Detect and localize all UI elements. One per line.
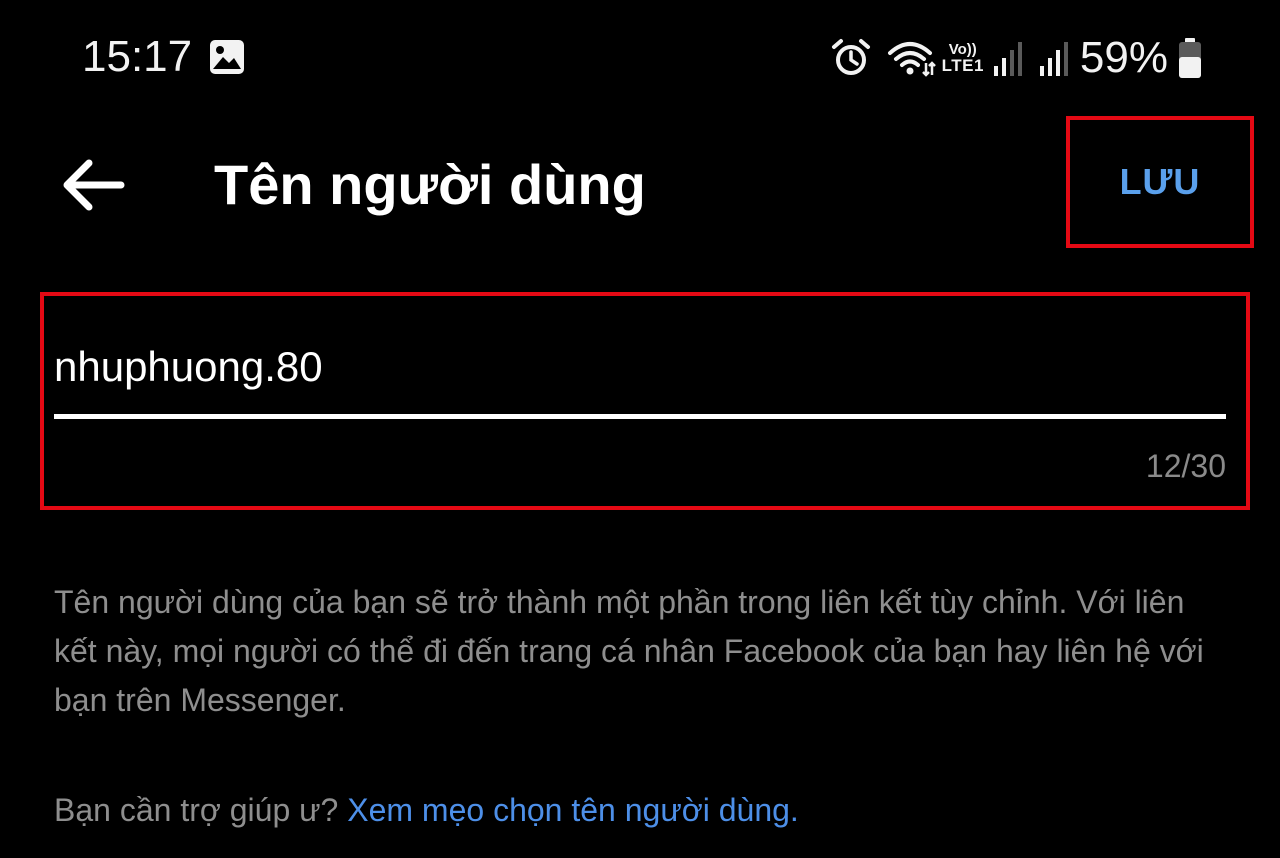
signal-icon	[1039, 42, 1068, 76]
volte-bottom: LTE1	[941, 56, 984, 75]
back-button[interactable]	[58, 150, 128, 220]
battery-icon	[1179, 38, 1201, 78]
tip-prefix: Bạn cần trợ giúp ư?	[54, 792, 339, 828]
status-icons: Vo)) LTE1 59%	[830, 30, 1202, 86]
arrow-left-icon	[63, 159, 125, 211]
gallery-icon	[210, 40, 244, 74]
status-time: 15:17	[82, 32, 193, 81]
username-input[interactable]	[54, 332, 1226, 402]
save-button[interactable]: LƯU	[1070, 120, 1250, 244]
character-counter: 12/30	[1145, 448, 1226, 484]
tip-line: Bạn cần trợ giúp ư? Xem mẹo chọn tên ngư…	[54, 786, 799, 835]
page-title: Tên người dùng	[214, 153, 646, 216]
alarm-icon	[831, 39, 870, 75]
username-help-text: Tên người dùng của bạn sẽ trở thành một …	[54, 584, 1204, 718]
username-field-underline	[54, 414, 1226, 419]
volte-top: Vo))	[948, 41, 977, 58]
username-tips-link[interactable]: Xem mẹo chọn tên người dùng.	[347, 792, 799, 828]
battery-percent: 59%	[1079, 33, 1168, 82]
wifi-icon	[887, 42, 936, 77]
status-bar: 15:17 Vo)) LTE1 59%	[0, 0, 1280, 115]
signal-icon	[993, 42, 1022, 76]
volte-label: Vo)) LTE1	[942, 42, 984, 74]
